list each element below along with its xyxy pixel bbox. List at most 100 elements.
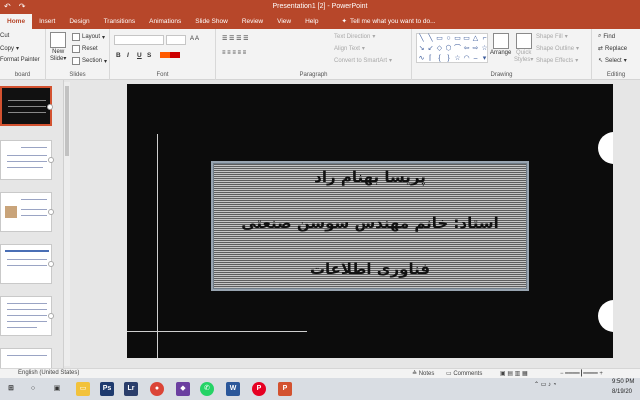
ribbon-tabs: Home Insert Design Transitions Animation… (0, 14, 640, 29)
italic-button[interactable]: I (127, 52, 129, 59)
format-painter-button[interactable]: Format Painter (0, 57, 40, 63)
windows-start-icon[interactable]: ⊞ (4, 382, 18, 396)
search-icon[interactable]: ○ (26, 382, 40, 396)
arrange-button[interactable]: Arrange (490, 33, 511, 56)
copy-button[interactable]: Copy ▾ (0, 45, 19, 53)
comments-button[interactable]: ▭ Comments (446, 370, 482, 377)
lightbulb-icon: ✦ (341, 18, 347, 25)
shape-fill-button[interactable]: Shape Fill ▾ (536, 33, 568, 41)
slide-thumbnails-pane (0, 80, 64, 368)
decorative-circle-bottom (598, 300, 613, 332)
decorative-vertical-line (157, 134, 158, 358)
shadow-button[interactable]: S (147, 52, 151, 59)
language-status[interactable]: English (United States) (18, 370, 79, 376)
slide-canvas[interactable]: پریسا بهنام راد استاد: خانم مهندس سوسن ص… (127, 84, 613, 358)
clock-date[interactable]: 8/19/20 (612, 389, 632, 395)
clipboard-group: Cut Copy ▾ Format Painter board (0, 29, 46, 80)
view-buttons[interactable]: ▣ ▤ ▥ ▦ (500, 370, 528, 377)
title-bar: ↶ ↷ Presentation1 [2] - PowerPoint (0, 0, 640, 14)
tell-me-text: Tell me what you want to do... (349, 18, 436, 25)
visual-studio-icon[interactable]: ◆ (176, 382, 190, 396)
status-bar: English (United States) ≙ Notes ▭ Commen… (0, 368, 640, 378)
slides-label: Slides (69, 72, 86, 78)
powerpoint-icon[interactable]: P (278, 382, 292, 396)
convert-smartart-button[interactable]: Convert to SmartArt ▾ (334, 57, 392, 65)
underline-button[interactable]: U (137, 52, 142, 59)
file-explorer-icon[interactable]: ▭ (76, 382, 90, 396)
slide-thumbnail-4[interactable] (0, 244, 54, 284)
word-icon[interactable]: W (226, 382, 240, 396)
font-name-box[interactable] (114, 35, 164, 45)
section-button[interactable]: Section ▾ (72, 57, 107, 65)
system-tray-icons[interactable]: ⌃ ▭ ♪ ◔ (534, 381, 556, 388)
chrome-icon[interactable]: ● (150, 382, 164, 396)
reset-button[interactable]: Reset (72, 45, 98, 53)
paragraph-group: ☰ ☰ ☰ ☰ ≡ ≡ ≡ ≡ ≡ Text Direction ▾ Align … (216, 29, 412, 80)
slide-thumbnail-5[interactable] (0, 296, 54, 336)
tab-view[interactable]: View (270, 14, 298, 29)
new-slide-icon (50, 32, 67, 48)
drawing-label: Drawing (490, 72, 513, 78)
replace-icon: ⇄ (598, 46, 604, 52)
cursor-icon: ↖ (598, 58, 604, 64)
search-icon: ⌕ (598, 33, 602, 39)
editing-label: Editing (606, 72, 626, 78)
replace-button[interactable]: ⇄ Replace (598, 45, 627, 53)
bold-button[interactable]: B (116, 52, 121, 59)
font-label: Font (156, 72, 169, 78)
tab-transitions[interactable]: Transitions (97, 14, 143, 29)
thumbnails-scrollbar[interactable] (64, 82, 70, 366)
slide-thumbnail-3[interactable] (0, 192, 54, 232)
shapes-gallery[interactable]: ╲ ╲ ▭ ○ ▭ ▭ △ ⌐ ↘ ↙ ◇ ⬡ ⌒ ⇦ ⇨ ☆ ∿ ⌈{} ☆ ◠ ⌢ ▾ (416, 33, 488, 63)
arrange-icon (492, 33, 509, 49)
zoom-slider[interactable]: − ━━━━┃━━━━ + (560, 370, 603, 377)
paragraph-label: Paragraph (299, 72, 328, 78)
tab-insert[interactable]: Insert (32, 14, 62, 29)
clipboard-label: board (14, 72, 31, 78)
title-textbox[interactable]: پریسا بهنام راد استاد: خانم مهندس سوسن ص… (211, 161, 529, 291)
shape-effects-button[interactable]: Shape Effects ▾ (536, 57, 578, 65)
slide-thumbnail-2[interactable] (0, 140, 54, 180)
text-direction-button[interactable]: Text Direction ▾ (334, 33, 375, 41)
whatsapp-icon[interactable]: ✆ (200, 382, 214, 396)
slide-thumbnail-1[interactable] (0, 86, 53, 126)
tab-review[interactable]: Review (235, 14, 270, 29)
find-button[interactable]: ⌕ Find (598, 33, 615, 40)
font-color-button[interactable] (160, 52, 180, 58)
tab-animations[interactable]: Animations (142, 14, 188, 29)
reset-icon (72, 45, 80, 53)
tell-me-search[interactable]: ✦ Tell me what you want to do... (325, 14, 435, 29)
drawing-group: ╲ ╲ ▭ ○ ▭ ▭ △ ⌐ ↘ ↙ ◇ ⬡ ⌒ ⇦ ⇨ ☆ ∿ ⌈{} ☆ ◠ ⌢ ▾ Arrange Quick… (412, 29, 592, 80)
notes-button[interactable]: ≙ Notes (412, 370, 434, 377)
cut-button[interactable]: Cut (0, 33, 9, 39)
align-buttons[interactable]: ≡ ≡ ≡ ≡ ≡ (222, 50, 246, 56)
scrollbar-thumb[interactable] (65, 86, 69, 156)
quick-styles-icon (515, 33, 532, 49)
tab-slide-show[interactable]: Slide Show (188, 14, 235, 29)
tab-help[interactable]: Help (298, 14, 325, 29)
tab-design[interactable]: Design (62, 14, 96, 29)
window-title: Presentation1 [2] - PowerPoint (272, 3, 368, 10)
section-icon (72, 57, 80, 65)
pinterest-icon[interactable]: P (252, 382, 266, 396)
layout-icon (72, 33, 80, 41)
layout-button[interactable]: Layout ▾ (72, 33, 105, 41)
shape-outline-button[interactable]: Shape Outline ▾ (536, 45, 579, 53)
lightroom-icon[interactable]: Lr (124, 382, 138, 396)
ribbon: Cut Copy ▾ Format Painter board New Slide… (0, 29, 640, 80)
tab-home[interactable]: Home (0, 14, 33, 29)
font-size-box[interactable] (166, 35, 186, 45)
windows-taskbar: ⊞ ○ ▣ ▭ Ps Lr ● ◆ ✆ W P P ⌃ ▭ ♪ ◔ 9:50 P… (0, 378, 640, 400)
align-text-button[interactable]: Align Text ▾ (334, 45, 365, 53)
clock-time[interactable]: 9:50 PM (612, 379, 634, 385)
select-button[interactable]: ↖ Select ▾ (598, 57, 627, 65)
slide-thumbnail-6[interactable] (0, 348, 52, 368)
photoshop-icon[interactable]: Ps (100, 382, 114, 396)
slide-line-subject: فناوری اطلاعات (309, 260, 431, 278)
quick-styles-button[interactable]: Quick Styles▾ (514, 33, 533, 63)
slides-group: New Slide▾ Layout ▾ Reset Section ▾ Slides (46, 29, 110, 80)
new-slide-button[interactable]: New Slide▾ (50, 32, 66, 62)
grow-font-button[interactable]: A A (190, 36, 199, 42)
task-view-icon[interactable]: ▣ (50, 382, 64, 396)
bullets-button[interactable]: ☰ ☰ ☰ ☰ (222, 35, 249, 42)
